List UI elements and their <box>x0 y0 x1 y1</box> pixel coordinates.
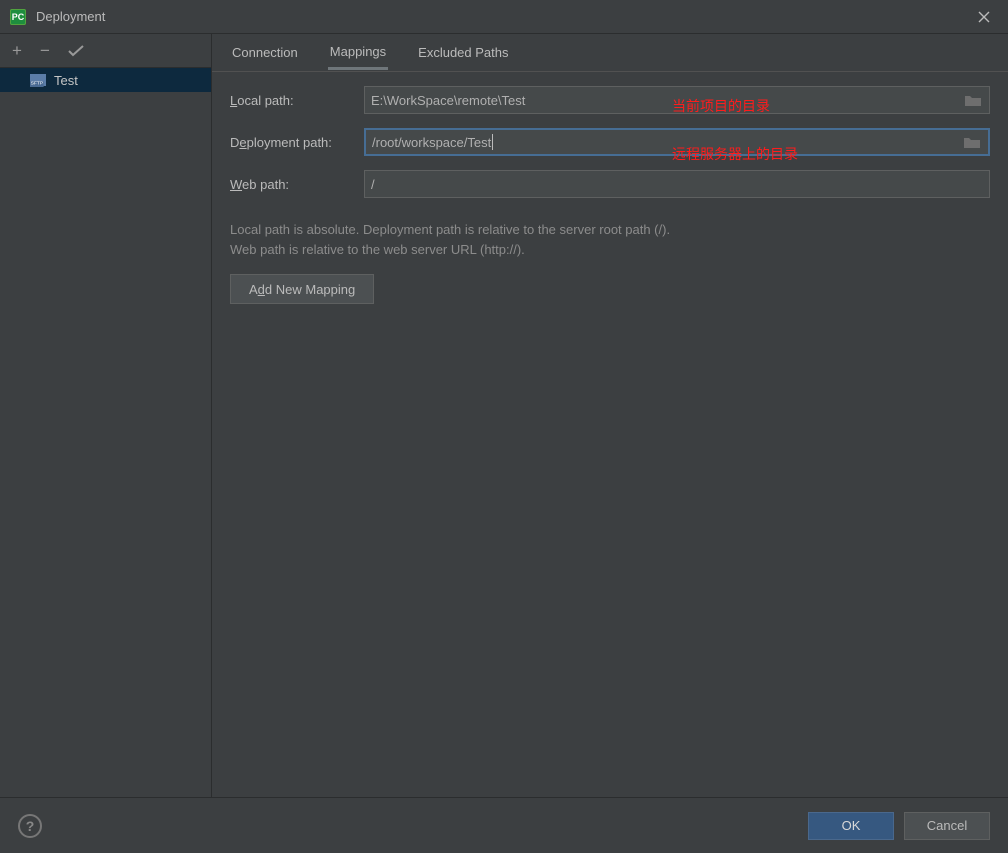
label-local-path: Local path: <box>230 93 364 108</box>
server-name: Test <box>54 73 78 88</box>
tab-excluded-paths[interactable]: Excluded Paths <box>416 37 510 68</box>
input-web-path[interactable]: / <box>364 170 990 198</box>
add-server-button[interactable]: + <box>12 42 22 59</box>
tab-mappings[interactable]: Mappings <box>328 36 388 70</box>
window-title: Deployment <box>36 9 970 24</box>
close-icon[interactable] <box>970 3 998 31</box>
help-text: Local path is absolute. Deployment path … <box>230 220 990 260</box>
cancel-button[interactable]: Cancel <box>904 812 990 840</box>
browse-deployment-icon[interactable] <box>964 136 980 148</box>
label-deployment-path: Deployment path: <box>230 135 364 150</box>
mark-default-button[interactable] <box>68 45 84 57</box>
row-web-path: Web path: / <box>230 170 990 198</box>
help-button[interactable]: ? <box>18 814 42 838</box>
sidebar: + − Test <box>0 34 212 797</box>
label-web-path: Web path: <box>230 177 364 192</box>
tab-connection[interactable]: Connection <box>230 37 300 68</box>
row-deployment-path: Deployment path: /root/workspace/Test <box>230 128 990 156</box>
input-local-path[interactable]: E:\WorkSpace\remote\Test <box>364 86 990 114</box>
row-local-path: Local path: E:\WorkSpace\remote\Test <box>230 86 990 114</box>
input-deployment-path[interactable]: /root/workspace/Test <box>364 128 990 156</box>
tabs: Connection Mappings Excluded Paths <box>212 34 1008 72</box>
text-caret <box>492 134 493 150</box>
remove-server-button[interactable]: − <box>40 42 50 59</box>
ok-button[interactable]: OK <box>808 812 894 840</box>
sftp-icon <box>30 74 46 86</box>
add-new-mapping-button[interactable]: Add New Mapping <box>230 274 374 304</box>
browse-local-icon[interactable] <box>965 94 981 106</box>
title-bar: PC Deployment <box>0 0 1008 34</box>
content-panel: Connection Mappings Excluded Paths Local… <box>212 34 1008 797</box>
server-item-test[interactable]: Test <box>0 68 211 92</box>
sidebar-toolbar: + − <box>0 34 211 68</box>
dialog-footer: ? OK Cancel <box>0 797 1008 853</box>
app-icon: PC <box>10 9 26 25</box>
